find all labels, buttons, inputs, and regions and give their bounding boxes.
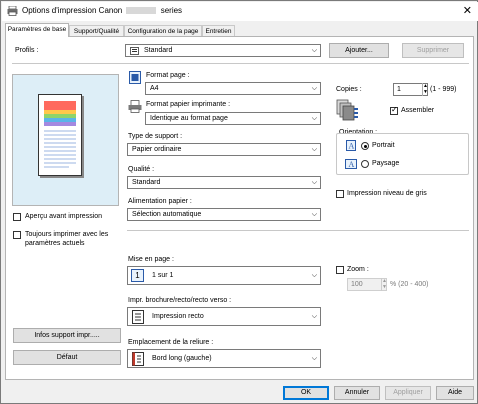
zoom-spinner[interactable]: ▲ ▼ — [381, 278, 387, 291]
profile-icon — [130, 47, 139, 55]
help-button[interactable]: Aide — [436, 386, 474, 400]
duplex-select[interactable]: Impression recto ⌵ — [127, 307, 321, 326]
delete-profile-button[interactable]: Supprimer — [402, 43, 464, 58]
collate-label: Assembler — [401, 107, 435, 114]
page-size-icon — [129, 71, 141, 84]
zoom-range: % (20 - 400) — [390, 281, 429, 288]
divider — [12, 63, 469, 64]
window-title: Options d'impression Canon series — [22, 6, 183, 15]
landscape-label: Paysage — [372, 160, 400, 167]
landscape-icon: A — [345, 159, 357, 169]
add-profile-button[interactable]: Ajouter... — [329, 43, 389, 58]
basic-settings-panel: Profils : Standard ⌵ Ajouter... Supprime… — [5, 36, 474, 380]
portrait-icon: A — [346, 140, 356, 151]
always-print-current-label-line1: Toujours imprimer avec les — [25, 231, 109, 238]
preview-page-content — [44, 101, 76, 168]
chevron-down-icon: ⌵ — [311, 47, 317, 54]
copies-label: Copies : — [336, 86, 362, 93]
paper-feed-select[interactable]: Sélection automatique ⌵ — [127, 208, 321, 221]
zoom-label: Zoom : — [347, 266, 369, 273]
ok-button[interactable]: OK — [283, 386, 329, 400]
chevron-down-icon: ⌵ — [311, 313, 317, 320]
title-bar: Options d'impression Canon series ✕ — [2, 2, 478, 21]
printer-paper-format-select[interactable]: Identique au format page ⌵ — [145, 112, 321, 125]
chevron-down-icon: ⌵ — [311, 179, 317, 186]
printer-icon — [7, 6, 18, 16]
printer-paper-format-label: Format papier imprimante : — [146, 101, 231, 108]
close-button[interactable]: ✕ — [463, 4, 472, 18]
chevron-down-icon: ⌵ — [311, 115, 317, 122]
copies-range: (1 - 999) — [430, 86, 457, 93]
collate-checkbox[interactable] — [390, 105, 398, 115]
always-print-current-label-line2: paramètres actuels — [25, 240, 85, 247]
chevron-down-icon: ⌵ — [311, 355, 317, 362]
cancel-button[interactable]: Annuler — [334, 386, 380, 400]
portrait-label: Portrait — [372, 142, 395, 149]
print-preview — [12, 74, 119, 206]
preview-before-print-label: Aperçu avant impression — [25, 213, 103, 220]
page-format-label: Format page : — [146, 72, 190, 79]
print-options-window: Options d'impression Canon series ✕ Para… — [0, 0, 478, 404]
copies-spinner[interactable]: ▲ ▼ — [422, 83, 428, 96]
paper-feed-label: Alimentation papier : — [128, 198, 192, 205]
media-type-label: Type de support : — [128, 133, 183, 140]
binding-edge-icon — [132, 352, 144, 366]
svg-text:A: A — [349, 160, 355, 169]
grayscale-checkbox[interactable] — [336, 190, 344, 198]
printer-paper-icon — [128, 100, 142, 113]
chevron-down-icon: ⌵ — [311, 211, 317, 218]
always-print-current-checkbox[interactable] — [13, 231, 21, 239]
landscape-radio[interactable] — [361, 160, 369, 168]
profiles-select[interactable]: Standard ⌵ — [125, 44, 321, 57]
binding-location-select[interactable]: Bord long (gauche) ⌵ — [127, 349, 321, 368]
divider — [127, 230, 469, 231]
portrait-radio[interactable] — [361, 142, 369, 150]
zoom-checkbox[interactable] — [336, 266, 344, 274]
quality-label: Qualité : — [128, 166, 155, 173]
layout-icon: 1 — [131, 269, 144, 282]
redacted-model-name — [126, 7, 157, 15]
apply-button[interactable]: Appliquer — [385, 386, 431, 400]
preview-page — [38, 94, 82, 176]
chevron-down-icon: ⌵ — [311, 146, 317, 153]
page-layout-label: Mise en page : — [128, 256, 174, 263]
page-layout-select[interactable]: 1 1 sur 1 ⌵ — [127, 266, 321, 285]
duplex-label: Impr. brochure/recto/recto verso : — [128, 297, 232, 304]
profiles-label: Profils : — [15, 47, 39, 54]
chevron-down-icon: ⌵ — [311, 272, 317, 279]
media-type-select[interactable]: Papier ordinaire ⌵ — [127, 143, 321, 156]
quality-select[interactable]: Standard ⌵ — [127, 176, 321, 189]
chevron-down-icon: ⌵ — [311, 85, 317, 92]
page-format-select[interactable]: A4 ⌵ — [145, 82, 321, 95]
collate-icon — [336, 99, 358, 121]
default-button[interactable]: Défaut — [13, 350, 121, 365]
binding-location-label: Emplacement de la reliure : — [128, 339, 214, 346]
single-sided-icon — [132, 310, 144, 324]
grayscale-label: Impression niveau de gris — [347, 190, 427, 197]
media-info-button[interactable]: Infos support impr..... — [13, 328, 121, 343]
preview-before-print-checkbox[interactable] — [13, 213, 21, 221]
svg-text:A: A — [349, 142, 355, 151]
tab-basic-settings[interactable]: Paramètres de base — [5, 23, 69, 37]
